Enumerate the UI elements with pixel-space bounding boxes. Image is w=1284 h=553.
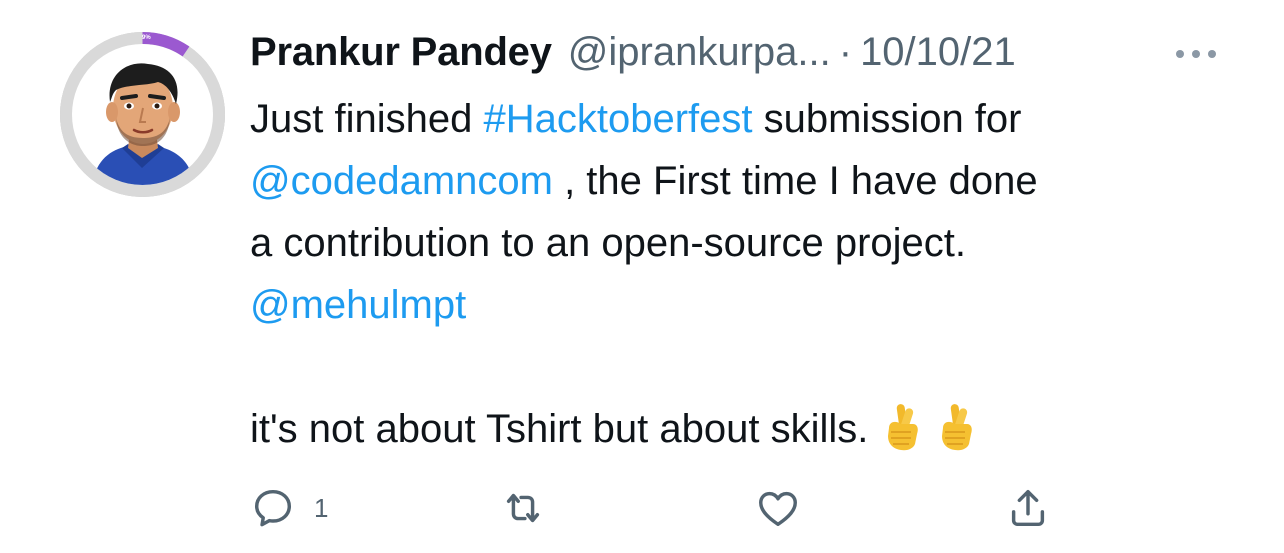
share-icon <box>1011 489 1045 527</box>
tweet-line: @mehulmpt <box>250 274 1250 336</box>
tweet-line: Just finished #Hacktoberfest submission … <box>250 88 1250 150</box>
like-button[interactable] <box>755 480 819 536</box>
reply-button[interactable]: 1 <box>250 480 328 536</box>
tweet-text: Just finished #Hacktoberfest submission … <box>250 88 1250 460</box>
person-illustration-icon <box>92 63 194 185</box>
more-options-button[interactable] <box>1172 42 1220 66</box>
mention-link[interactable]: @mehulmpt <box>250 283 466 327</box>
tweet-text-segment: , the First time I have done <box>552 159 1038 203</box>
tweet-header: Prankur Pandey @iprankurpa... · 10/10/21 <box>250 30 1016 82</box>
tweet-text-segment: it's not about Tshirt but about skills. <box>250 407 869 451</box>
tweet-text-segment: submission for <box>752 97 1022 141</box>
tweet-line: it's not about Tshirt but about skills. <box>250 398 1250 460</box>
tweet-line: @codedamncom , the First time I have don… <box>250 150 1250 212</box>
retweet-button[interactable] <box>500 480 564 536</box>
more-icon <box>1176 50 1216 58</box>
share-button[interactable] <box>1005 480 1069 536</box>
reply-icon <box>254 489 292 527</box>
reply-count: 1 <box>314 492 329 523</box>
heart-icon <box>759 491 797 527</box>
avatar[interactable]: 9% <box>60 32 225 197</box>
mention-link[interactable]: @codedamncom <box>250 159 553 203</box>
header-separator: · <box>838 30 853 74</box>
tweet-text-segment: a contribution to an open-source project… <box>250 221 966 265</box>
tweet-text-segment: Just finished <box>250 97 484 141</box>
author-handle[interactable]: @iprankurpa... <box>568 30 831 75</box>
crossed-fingers-emoji-icon <box>941 404 972 451</box>
tweet-actions: 1 <box>250 480 1150 540</box>
author-name[interactable]: Prankur Pandey <box>250 30 552 75</box>
hashtag-link[interactable]: #Hacktoberfest <box>483 97 752 141</box>
avatar-image <box>72 44 213 185</box>
crossed-fingers-emoji-icon <box>888 404 919 451</box>
avatar-badge: 9% <box>142 35 151 41</box>
tweet-line: a contribution to an open-source project… <box>250 212 1250 274</box>
retweet-icon <box>506 493 540 523</box>
tweet-date[interactable]: 10/10/21 <box>860 30 1016 75</box>
